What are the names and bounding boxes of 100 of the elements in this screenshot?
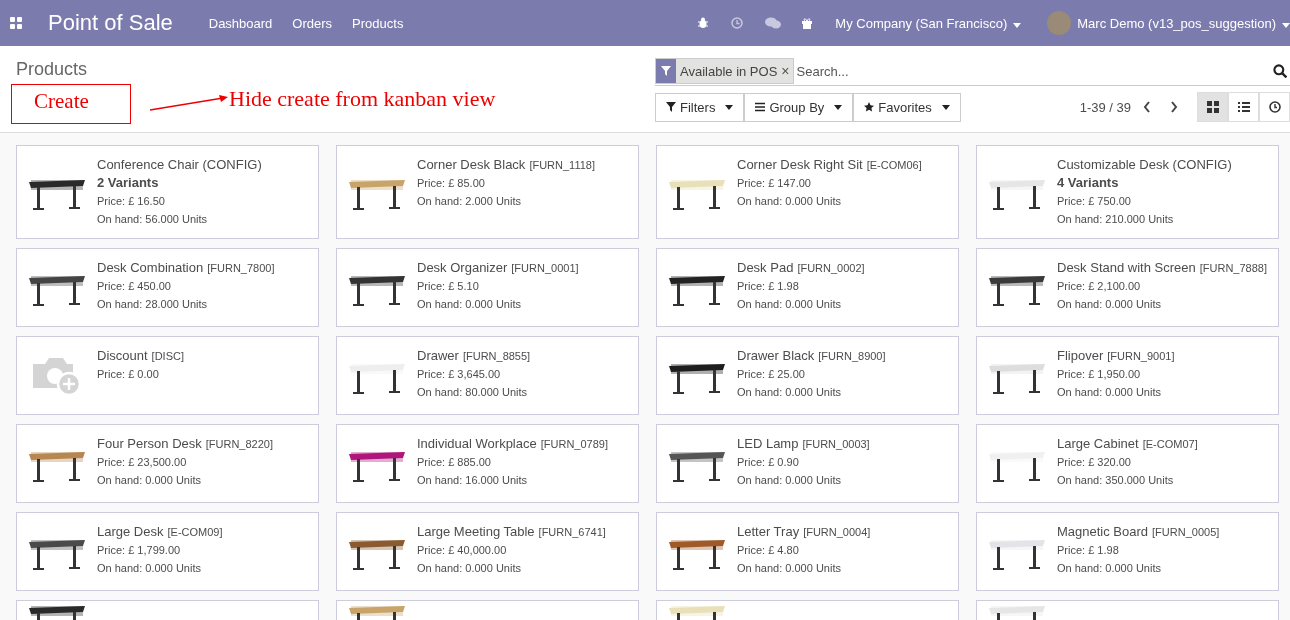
annotation-note: Hide create from kanban view [229,86,496,112]
product-name: Large Cabinet [E-COM07] [1057,435,1198,453]
on-hand-quantity: On hand: 0.000 Units [737,561,842,576]
menu-item[interactable]: Products [352,15,404,31]
on-hand-quantity: On hand: 0.000 Units [97,561,202,576]
product-price: Price: £ 4.80 [737,543,800,558]
star-icon [864,102,875,112]
company-switcher[interactable]: My Company (San Francisco) [835,15,1022,31]
product-card[interactable]: Desk Organizer [FURN_0001] Price: £ 5.10 On hand: 0.000 Units [336,248,639,327]
product-name: Magnetic Board [FURN_0005] [1057,523,1220,541]
search-facet[interactable]: Available in POS × [655,58,794,84]
product-card[interactable]: Four Person Desk [FURN_8220] Price: £ 23,500.00 On hand: 0.000 Units [16,424,319,503]
annotation-box: Create [11,84,131,124]
user-menu[interactable]: Marc Demo (v13_pos_suggestion) [1077,15,1290,31]
product-price: Price: £ 450.00 [97,279,172,294]
apps-icon[interactable] [10,17,22,29]
dropdown-button[interactable]: Filters [655,92,745,122]
on-hand-quantity: On hand: 80.000 Units [417,385,529,400]
product-name: Individual Workplace [FURN_0789] [417,435,608,453]
product-name: Corner Desk Right Sit [E-COM06] [737,156,922,174]
pager-value: 1-39 / 39 [1079,99,1131,115]
product-card[interactable]: Drawer [FURN_8855] Price: £ 3,645.00 On hand: 80.000 Units [336,336,639,415]
product-name: Letter Tray [FURN_0004] [737,523,871,541]
menu-item[interactable]: Orders [292,15,333,31]
dropdown-button[interactable]: Group By [744,92,854,122]
caret-icon [1282,22,1290,28]
product-price: Price: £ 40,000.00 [417,543,508,558]
product-price: Price: £ 750.00 [1057,194,1132,209]
product-card[interactable]: Flipover [FURN_9001] Price: £ 1,950.00 On hand: 0.000 Units [976,336,1279,415]
product-name: Corner Desk Black [FURN_1118] [417,156,595,174]
product-card[interactable]: Large Meeting Table [FURN_6741] Price: £ 40,000.00 On hand: 0.000 Units [336,512,639,591]
product-card[interactable]: LED Lamp [FURN_0003] Price: £ 0.90 On hand: 0.000 Units [656,424,959,503]
search-field[interactable]: Available in POS × Search... [655,57,1290,86]
on-hand-quantity: On hand: 210.000 Units [1057,212,1175,227]
product-card[interactable]: Large Cabinet [E-COM07] Price: £ 320.00 On hand: 350.000 Units [976,424,1279,503]
product-name: Desk Combination [FURN_7800] [97,259,275,277]
previous-page-button[interactable] [1143,101,1151,113]
on-hand-quantity: On hand: 0.000 Units [97,473,202,488]
product-card[interactable]: Letter Tray [FURN_0004] Price: £ 4.80 On hand: 0.000 Units [656,512,959,591]
on-hand-quantity: On hand: 0.000 Units [737,297,842,312]
chat-icon[interactable] [765,17,782,29]
search-icon[interactable] [1273,64,1287,78]
product-card[interactable]: Corner Desk Right Sit [E-COM06] Price: £ 147.00 On hand: 0.000 Units [656,145,959,239]
variant-count: 4 Variants [1057,174,1120,192]
product-card[interactable]: Desk Stand with Screen [FURN_7888] Price: £ 2,100.00 On hand: 0.000 Units [976,248,1279,327]
on-hand-quantity: On hand: 0.000 Units [737,473,842,488]
product-price: Price: £ 1,799.00 [97,543,182,558]
caret-icon [725,104,734,110]
on-hand-quantity: On hand: 0.000 Units [417,561,522,576]
product-price: Price: £ 320.00 [1057,455,1132,470]
product-price: Price: £ 16.50 [97,194,166,209]
list-view-button[interactable] [1228,92,1259,122]
product-name: Conference Chair (CONFIG) [97,156,262,174]
product-name: Flipover [FURN_9001] [1057,347,1175,365]
product-card[interactable]: Desk Pad [FURN_0002] Price: £ 1.98 On hand: 0.000 Units [656,248,959,327]
on-hand-quantity: On hand: 0.000 Units [1057,297,1162,312]
product-price: Price: £ 23,500.00 [97,455,188,470]
filter-icon [661,66,671,76]
product-price: Price: £ 0.90 [737,455,800,470]
activity-view-button[interactable] [1259,92,1290,122]
on-hand-quantity: On hand: 16.000 Units [417,473,529,488]
product-name: Drawer Black [FURN_8900] [737,347,886,365]
on-hand-quantity: On hand: 0.000 Units [417,297,522,312]
product-name: Drawer [FURN_8855] [417,347,531,365]
kanban-view-button[interactable] [1197,92,1228,122]
remove-facet-button[interactable]: × [781,63,793,79]
product-card[interactable]: Customizable Desk (CONFIG) 4 Variants Price: £ 750.00 On hand: 210.000 Units [976,145,1279,239]
product-card[interactable]: Conference Chair (CONFIG) 2 Variants Price: £ 16.50 On hand: 56.000 Units [16,145,319,239]
grid-icon [1206,101,1219,113]
product-name: Desk Organizer [FURN_0001] [417,259,579,277]
product-price: Price: £ 1.98 [737,279,800,294]
product-card[interactable]: Drawer Black [FURN_8900] Price: £ 25.00 On hand: 0.000 Units [656,336,959,415]
product-name: Customizable Desk (CONFIG) [1057,156,1232,174]
on-hand-quantity: On hand: 0.000 Units [737,385,842,400]
product-card[interactable]: Discount [DISC] Price: £ 0.00 [16,336,319,415]
product-card[interactable]: Desk Combination [FURN_7800] Price: £ 450.00 On hand: 28.000 Units [16,248,319,327]
product-card[interactable]: Corner Desk Black [FURN_1118] Price: £ 85.00 On hand: 2.000 Units [336,145,639,239]
bug-icon[interactable] [697,17,710,29]
product-price: Price: £ 5.10 [417,279,480,294]
list-lines-icon [755,102,766,112]
caret-icon [1013,22,1022,28]
product-price: Price: £ 25.00 [737,367,806,382]
clock-icon[interactable] [731,17,744,29]
product-price: Price: £ 0.00 [97,367,160,382]
clock-icon [1268,101,1281,113]
breadcrumb[interactable]: Products [16,59,88,80]
on-hand-quantity: On hand: 28.000 Units [97,297,209,312]
product-price: Price: £ 885.00 [417,455,492,470]
on-hand-quantity: On hand: 0.000 Units [1057,385,1162,400]
product-card[interactable]: Magnetic Board [FURN_0005] Price: £ 1.98 On hand: 0.000 Units [976,512,1279,591]
next-page-button[interactable] [1170,101,1178,113]
app-title: Point of Sale [48,10,173,36]
product-card[interactable]: Individual Workplace [FURN_0789] Price: £ 885.00 On hand: 16.000 Units [336,424,639,503]
filter-icon [666,102,676,112]
gift-icon[interactable] [801,17,814,29]
variant-count: 2 Variants [97,174,160,192]
product-price: Price: £ 3,645.00 [417,367,502,382]
menu-item[interactable]: Dashboard [208,15,273,31]
dropdown-button[interactable]: Favorites [853,92,961,122]
product-card[interactable]: Large Desk [E-COM09] Price: £ 1,799.00 On hand: 0.000 Units [16,512,319,591]
